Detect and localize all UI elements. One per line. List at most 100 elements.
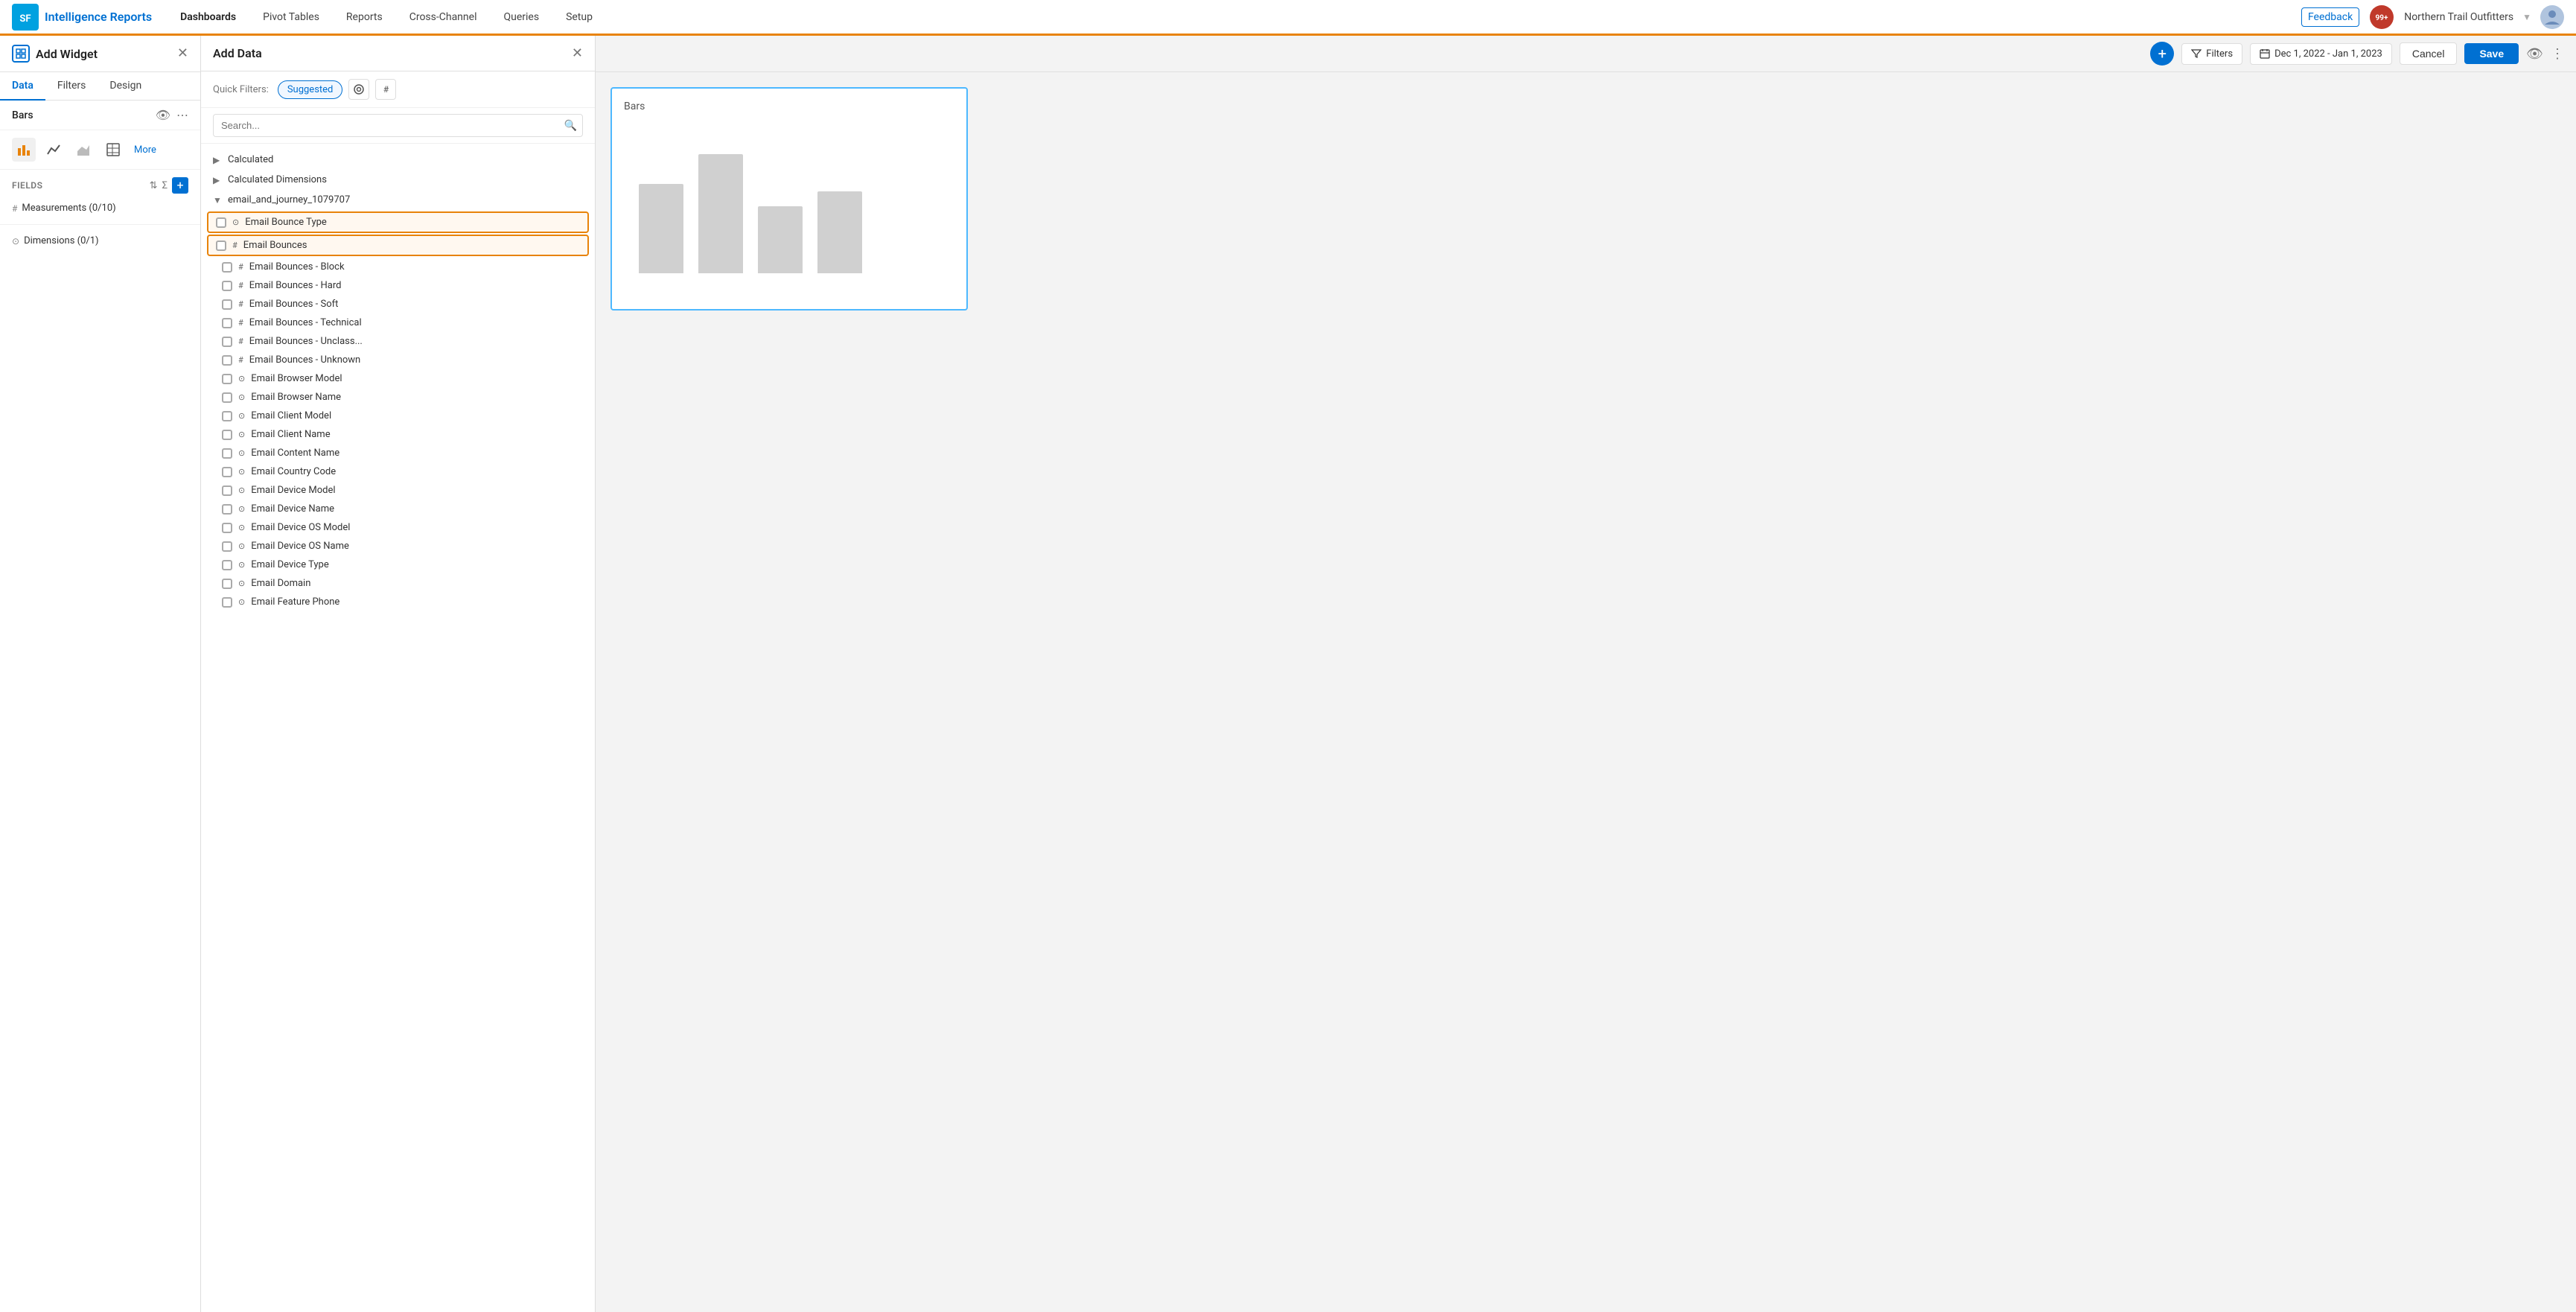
settings-icon: [354, 84, 364, 95]
cancel-button[interactable]: Cancel: [2400, 42, 2458, 65]
add-widget-button[interactable]: +: [2150, 42, 2174, 66]
nav-tab-pivot-tables[interactable]: Pivot Tables: [249, 0, 333, 36]
user-avatar[interactable]: [2540, 5, 2564, 29]
label-feature-phone: Email Feature Phone: [251, 596, 339, 608]
checkbox-bounces-hard[interactable]: [222, 281, 232, 291]
fields-section: FIELDS ⇅ Σ + # Measurements (0/10): [0, 170, 200, 224]
checkbox-country-code[interactable]: [222, 467, 232, 477]
filters-button[interactable]: Filters: [2181, 43, 2242, 65]
table-chart-button[interactable]: [101, 138, 125, 162]
checkbox-bounces-unclass[interactable]: [222, 337, 232, 347]
date-range-button[interactable]: Dec 1, 2022 - Jan 1, 2023: [2250, 43, 2392, 65]
bar-chart-button[interactable]: [12, 138, 36, 162]
sort-icon[interactable]: ⇅: [150, 180, 158, 191]
tree-child-device-name[interactable]: ⊙ Email Device Name: [201, 500, 595, 518]
notification-badge-area[interactable]: 99+: [2368, 4, 2395, 31]
checkbox-client-name[interactable]: [222, 430, 232, 440]
panel-title-row: Add Widget: [12, 45, 98, 63]
checkbox-bounces-soft[interactable]: [222, 299, 232, 310]
close-panel-button[interactable]: ✕: [177, 47, 188, 60]
tree-child-device-type[interactable]: ⊙ Email Device Type: [201, 555, 595, 574]
tree-child-client-model[interactable]: ⊙ Email Client Model: [201, 407, 595, 425]
tree-child-client-name[interactable]: ⊙ Email Client Name: [201, 425, 595, 444]
tree-child-bounces-hard[interactable]: # Email Bounces - Hard: [201, 276, 595, 295]
tree-child-bounces-block[interactable]: # Email Bounces - Block: [201, 258, 595, 276]
sigma-icon[interactable]: Σ: [162, 180, 168, 191]
salesforce-logo: SF: [12, 4, 39, 31]
filter-hash-button[interactable]: #: [375, 79, 396, 100]
checkbox-browser-model[interactable]: [222, 374, 232, 384]
tree-child-device-model[interactable]: ⊙ Email Device Model: [201, 481, 595, 500]
save-button[interactable]: Save: [2464, 43, 2519, 64]
calendar-icon: [2260, 48, 2270, 59]
label-bounces-block: Email Bounces - Block: [249, 261, 345, 273]
tree-child-feature-phone[interactable]: ⊙ Email Feature Phone: [201, 593, 595, 611]
nav-tab-reports[interactable]: Reports: [333, 0, 396, 36]
line-chart-button[interactable]: [42, 138, 66, 162]
measure-icon-block: #: [238, 262, 243, 272]
more-chart-types-link[interactable]: More: [134, 144, 156, 156]
checkbox-device-type[interactable]: [222, 560, 232, 570]
tree-child-bounces-unknown[interactable]: # Email Bounces - Unknown: [201, 351, 595, 369]
dim-icon-device-name: ⊙: [238, 504, 245, 514]
add-field-button[interactable]: +: [172, 177, 188, 194]
tree-label-calculated: Calculated: [228, 154, 273, 165]
tab-filters[interactable]: Filters: [45, 72, 98, 101]
org-dropdown-arrow[interactable]: ▼: [2522, 12, 2531, 22]
dim-icon-content-name: ⊙: [238, 448, 245, 458]
checkbox-content-name[interactable]: [222, 448, 232, 459]
tree-child-bounces-technical[interactable]: # Email Bounces - Technical: [201, 313, 595, 332]
tree-child-country-code[interactable]: ⊙ Email Country Code: [201, 462, 595, 481]
checkbox-device-model[interactable]: [222, 485, 232, 496]
line-chart-icon: [46, 142, 61, 157]
tree-child-content-name[interactable]: ⊙ Email Content Name: [201, 444, 595, 462]
checkbox-device-os-model[interactable]: [222, 523, 232, 533]
tree-item-email-journey[interactable]: ▼ email_and_journey_1079707: [201, 190, 595, 210]
tree-item-calculated-dimensions[interactable]: ▶ Calculated Dimensions: [201, 170, 595, 190]
checkbox-device-name[interactable]: [222, 504, 232, 515]
tab-design[interactable]: Design: [98, 72, 153, 101]
more-options-icon[interactable]: ⋯: [176, 108, 188, 122]
tree-child-domain[interactable]: ⊙ Email Domain: [201, 574, 595, 593]
tree-child-device-os-model[interactable]: ⊙ Email Device OS Model: [201, 518, 595, 537]
nav-tab-dashboards[interactable]: Dashboards: [167, 0, 249, 36]
close-add-data-button[interactable]: ✕: [572, 47, 583, 60]
tree-item-calculated[interactable]: ▶ Calculated: [201, 150, 595, 170]
measurements-label: Measurements (0/10): [22, 203, 115, 214]
checkbox-bounces-block[interactable]: [222, 262, 232, 273]
checkbox-domain[interactable]: [222, 579, 232, 589]
filter-chip-suggested[interactable]: Suggested: [278, 80, 343, 99]
label-bounces-unclass: Email Bounces - Unclass...: [249, 336, 363, 347]
checkbox-email-bounce-type[interactable]: [216, 217, 226, 228]
tree-child-browser-model[interactable]: ⊙ Email Browser Model: [201, 369, 595, 388]
tab-data[interactable]: Data: [0, 72, 45, 101]
checkbox-email-bounces[interactable]: [216, 241, 226, 251]
eye-icon[interactable]: 👁: [156, 108, 170, 122]
checkbox-browser-name[interactable]: [222, 392, 232, 403]
filter-settings-button[interactable]: [348, 79, 369, 100]
area-chart-button[interactable]: [71, 138, 95, 162]
tree-child-email-bounces[interactable]: # Email Bounces: [207, 235, 589, 256]
search-input[interactable]: [213, 114, 583, 137]
feedback-button[interactable]: Feedback: [2301, 7, 2359, 27]
more-options-button[interactable]: ⋮: [2551, 46, 2564, 62]
checkbox-bounces-technical[interactable]: [222, 318, 232, 328]
checkbox-device-os-name[interactable]: [222, 541, 232, 552]
label-device-name: Email Device Name: [251, 503, 334, 515]
tree-child-device-os-name[interactable]: ⊙ Email Device OS Name: [201, 537, 595, 555]
checkbox-bounces-unknown[interactable]: [222, 355, 232, 366]
nav-tab-setup[interactable]: Setup: [552, 0, 606, 36]
data-tree: ▶ Calculated ▶ Calculated Dimensions ▼ e…: [201, 144, 595, 1312]
tree-child-browser-name[interactable]: ⊙ Email Browser Name: [201, 388, 595, 407]
nav-tab-cross-channel[interactable]: Cross-Channel: [396, 0, 491, 36]
checkbox-feature-phone[interactable]: [222, 597, 232, 608]
panel-tabs: Data Filters Design: [0, 72, 200, 101]
nav-right-area: Feedback 99+ Northern Trail Outfitters ▼: [2301, 4, 2564, 31]
checkbox-client-model[interactable]: [222, 411, 232, 421]
tree-child-email-bounce-type[interactable]: ⊙ Email Bounce Type: [207, 211, 589, 233]
org-name[interactable]: Northern Trail Outfitters: [2404, 11, 2513, 23]
tree-child-bounces-soft[interactable]: # Email Bounces - Soft: [201, 295, 595, 313]
tree-child-bounces-unclass[interactable]: # Email Bounces - Unclass...: [201, 332, 595, 351]
nav-tab-queries[interactable]: Queries: [490, 0, 552, 36]
preview-eye-icon[interactable]: 👁: [2526, 46, 2543, 62]
